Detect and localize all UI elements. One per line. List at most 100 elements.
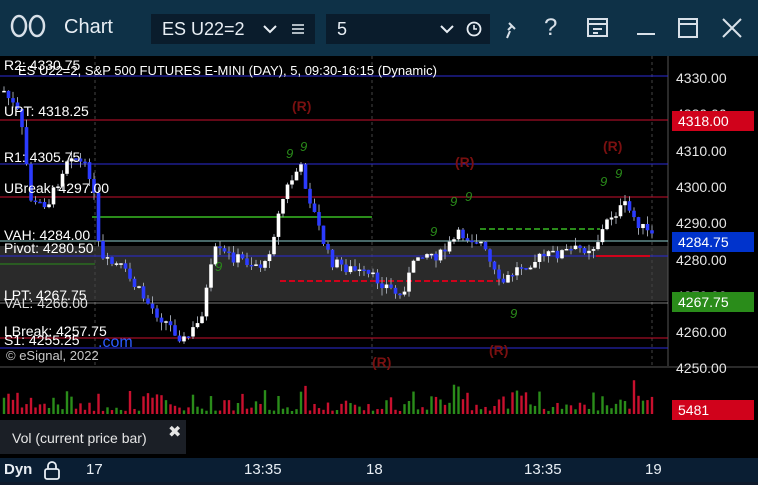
volume-bar <box>92 410 96 414</box>
esignal-link[interactable]: .com <box>98 334 133 352</box>
volume-bar <box>241 393 244 414</box>
layout-icon[interactable] <box>586 16 610 45</box>
volume-bar <box>434 396 438 414</box>
app-logo-icon <box>10 12 50 47</box>
candle-body <box>258 264 263 268</box>
volume-bar <box>115 407 118 414</box>
volume-bar <box>466 392 469 414</box>
minimize-icon[interactable] <box>634 16 658 45</box>
volume-study-label[interactable]: Vol (current price bar) ✖ <box>0 420 186 454</box>
symbol-value: ES U22=2 <box>162 19 245 39</box>
maximize-icon[interactable] <box>676 16 700 45</box>
chevron-down-icon[interactable] <box>439 17 455 46</box>
price-chart[interactable]: 9 99 999999 <box>0 56 758 458</box>
volume-bar <box>340 403 343 414</box>
help-icon[interactable]: ? <box>544 14 557 42</box>
volume-bar <box>650 396 654 414</box>
candle-body <box>569 248 573 251</box>
volume-bar <box>443 404 447 414</box>
candle-body <box>321 225 326 244</box>
volume-bar <box>317 408 321 414</box>
volume-bar <box>52 397 55 414</box>
candle-body <box>150 303 155 309</box>
dyn-label[interactable]: Dyn <box>4 461 32 478</box>
r-marker: (R) <box>292 98 312 114</box>
candle-body <box>434 253 438 261</box>
volume-bar <box>389 397 393 414</box>
candle-body <box>510 274 515 277</box>
volume-bar <box>142 396 145 414</box>
candle-body <box>591 249 596 251</box>
candle-body <box>389 284 393 288</box>
candle-body <box>515 267 519 276</box>
candle-body <box>186 336 191 338</box>
candle-body <box>119 263 123 265</box>
candle-body <box>96 192 101 241</box>
candle-body <box>227 251 231 254</box>
volume-bar <box>601 396 604 414</box>
level-label-ubreak: UBreak: 4297.00 <box>4 180 110 196</box>
volume-bar <box>11 399 15 414</box>
candle-body <box>380 283 384 289</box>
candle-body <box>128 268 132 279</box>
clock-icon[interactable] <box>465 17 483 46</box>
candle-body <box>101 240 105 259</box>
volume-bar <box>128 390 132 414</box>
chart-plot-area[interactable]: 999999999 ES U22=2, S&P 500 FUTURES E-MI… <box>0 56 758 458</box>
candle-body <box>272 236 276 255</box>
candle-body <box>461 229 465 239</box>
candle-body <box>33 200 38 203</box>
count-marker: 9 <box>615 166 622 181</box>
volume-bar <box>286 407 289 414</box>
candle-body <box>191 327 195 337</box>
volume-bar <box>578 402 582 414</box>
candle-body <box>312 203 317 213</box>
candle-body <box>209 264 213 288</box>
close-icon[interactable] <box>720 16 744 45</box>
volume-bar <box>380 408 384 414</box>
price-tick-label: 4330.00 <box>676 70 727 86</box>
candle-body <box>483 241 488 250</box>
lpt-price-tag: 4267.75 <box>672 292 754 312</box>
list-icon[interactable] <box>290 17 306 46</box>
count-marker: 9 <box>600 174 607 189</box>
candle-body <box>551 250 555 253</box>
close-icon[interactable]: ✖ <box>168 422 181 442</box>
volume-bar <box>362 410 366 414</box>
price-tick-label: 4250.00 <box>676 360 727 377</box>
candle-body <box>609 217 614 220</box>
candle-body <box>488 249 492 262</box>
volume-bar <box>524 392 528 414</box>
volume-bar <box>448 402 451 414</box>
volume-bar <box>421 407 424 414</box>
title-bar: Chart ES U22=2 5 ? <box>0 0 758 56</box>
volume-bar <box>457 386 460 414</box>
candle-body <box>200 316 204 324</box>
volume-bar <box>628 408 631 414</box>
volume-bar <box>169 404 172 414</box>
symbol-selector[interactable]: ES U22=2 <box>151 14 315 44</box>
candle-body <box>645 223 650 231</box>
volume-bar <box>326 402 330 414</box>
candle-body <box>564 248 569 251</box>
candle-body <box>339 259 344 265</box>
lock-icon[interactable] <box>42 460 62 485</box>
candle-body <box>294 171 299 181</box>
chevron-down-icon[interactable] <box>262 17 278 46</box>
volume-bar <box>353 404 357 414</box>
volume-bar <box>506 408 510 414</box>
time-label: 13:35 <box>524 461 562 478</box>
candle-body <box>443 249 447 252</box>
volume-bar <box>520 395 523 414</box>
pin-icon[interactable] <box>504 20 520 47</box>
volume-bar <box>47 407 51 414</box>
volume-bar <box>470 410 474 414</box>
candle-body <box>267 254 272 262</box>
volume-bar <box>254 401 258 414</box>
count-marker: 9 <box>215 259 222 274</box>
volume-bar <box>83 409 87 414</box>
candle-body <box>587 250 591 254</box>
volume-bar <box>416 409 420 414</box>
volume-bar <box>137 410 141 414</box>
interval-selector[interactable]: 5 <box>326 14 490 44</box>
